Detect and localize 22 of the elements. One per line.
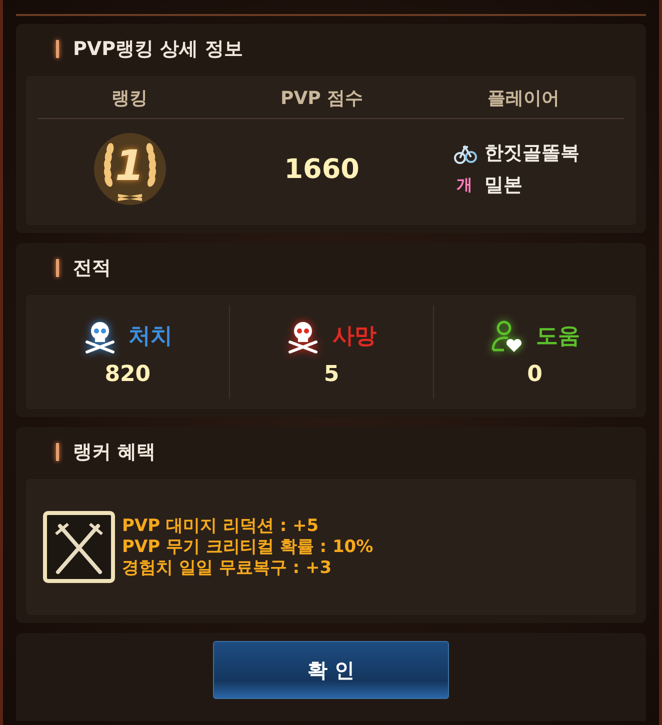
section-title: PVP랭킹 상세 정보 bbox=[73, 37, 243, 62]
benefit-text: 경험치 일일 무료복구 : +3 bbox=[122, 558, 333, 578]
stat-value: 820 bbox=[104, 362, 151, 386]
section-title: 전적 bbox=[73, 256, 111, 281]
pvp-score: 1660 bbox=[284, 154, 360, 184]
benefit-text: PVP 대미지 리덕션 : +5 bbox=[122, 516, 320, 536]
column-header: 플레이어 bbox=[486, 87, 560, 111]
guild-tag: 개 bbox=[452, 174, 477, 196]
column-header: PVP 점수 bbox=[280, 87, 364, 111]
stat-label: 사망 bbox=[332, 322, 376, 350]
crossed-swords-icon bbox=[42, 510, 116, 584]
stat-value: 5 bbox=[324, 362, 340, 386]
player-name: 한짓골똘복 bbox=[484, 141, 580, 166]
section-title: 랭커 혜택 bbox=[73, 440, 156, 465]
stat-label: 도움 bbox=[536, 322, 580, 350]
confirm-button[interactable]: 확 인 bbox=[213, 641, 449, 699]
stat-value: 0 bbox=[527, 362, 542, 386]
rank-number: 1 bbox=[114, 145, 145, 187]
benefit-text: PVP 무기 크리티컬 확률 : 10% bbox=[122, 536, 374, 558]
stat-label: 처치 bbox=[128, 322, 173, 350]
column-header: 랭킹 bbox=[110, 87, 149, 111]
player-name: 밀본 bbox=[484, 173, 523, 198]
